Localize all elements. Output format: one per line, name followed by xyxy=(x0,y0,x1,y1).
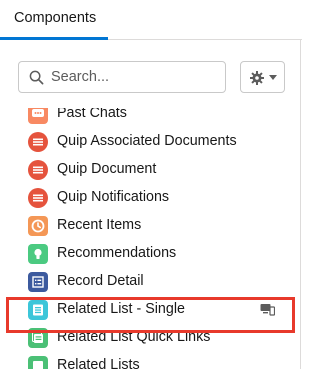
search-icon xyxy=(29,70,44,85)
gear-icon xyxy=(250,71,264,85)
component-item-related-list-single[interactable]: Related List - Single xyxy=(0,296,300,324)
component-label: Related List - Single xyxy=(57,301,185,317)
lightbulb-icon xyxy=(28,244,48,264)
component-item-quip-notifications[interactable]: Quip Notifications xyxy=(0,184,300,212)
component-label: Past Chats xyxy=(57,108,127,121)
component-label: Related Lists xyxy=(57,357,140,369)
component-item-related-list-quick-links[interactable]: Related List Quick Links xyxy=(0,324,300,352)
component-item-recommendations[interactable]: Recommendations xyxy=(0,240,300,268)
quip-icon xyxy=(28,160,48,180)
component-label: Record Detail xyxy=(57,273,144,289)
component-label: Recommendations xyxy=(57,245,177,261)
components-panel: Components Search... Past Chats Quip Ass… xyxy=(0,0,302,369)
panel-divider xyxy=(300,40,301,369)
list-icon xyxy=(28,272,48,292)
component-label: Recent Items xyxy=(57,217,142,233)
component-label: Related List Quick Links xyxy=(57,329,211,345)
related-list-icon xyxy=(28,300,48,320)
search-input[interactable] xyxy=(51,62,219,92)
search-box[interactable] xyxy=(18,61,226,93)
quip-icon xyxy=(28,132,48,152)
component-label: Quip Notifications xyxy=(57,189,170,205)
components-list: Past Chats Quip Associated Documents Qui… xyxy=(0,108,300,369)
device-icon xyxy=(260,304,275,316)
chevron-down-icon xyxy=(269,75,277,80)
chat-icon xyxy=(28,108,48,124)
component-item-quip-associated-documents[interactable]: Quip Associated Documents xyxy=(0,128,300,156)
component-item-quip-document[interactable]: Quip Document xyxy=(0,156,300,184)
clock-icon xyxy=(28,216,48,236)
component-item-past-chats[interactable]: Past Chats xyxy=(0,108,300,128)
quick-links-icon xyxy=(28,328,48,348)
component-item-recent-items[interactable]: Recent Items xyxy=(0,212,300,240)
component-label: Quip Associated Documents xyxy=(57,133,237,149)
related-lists-icon xyxy=(28,356,48,369)
component-item-record-detail[interactable]: Record Detail xyxy=(0,268,300,296)
component-item-related-lists[interactable]: Related Lists xyxy=(0,352,300,369)
settings-menu-button[interactable] xyxy=(240,61,285,93)
tab-components-label: Components xyxy=(14,10,97,26)
tab-bar: Components xyxy=(0,0,302,40)
component-label: Quip Document xyxy=(57,161,157,177)
quip-icon xyxy=(28,188,48,208)
tab-components[interactable]: Components xyxy=(0,0,108,40)
